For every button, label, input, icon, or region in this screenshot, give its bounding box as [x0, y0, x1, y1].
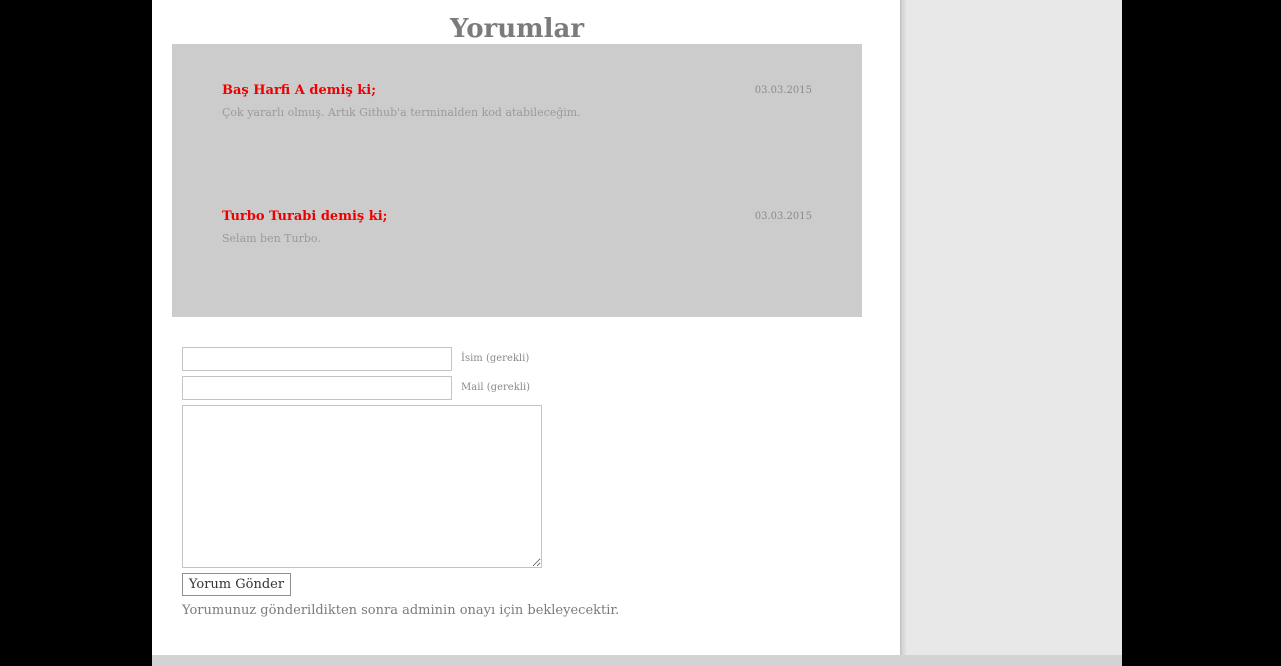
comment-date: 03.03.2015	[754, 211, 812, 222]
comment-author: Turbo Turabi demiş ki;	[222, 209, 388, 224]
moderation-note: Yorumunuz gönderildikten sonra adminin o…	[182, 603, 620, 618]
comment-textarea[interactable]	[182, 405, 542, 568]
comment-date: 03.03.2015	[754, 85, 812, 96]
sidebar	[906, 0, 1122, 655]
comments-list: Baş Harfi A demiş ki; 03.03.2015 Çok yar…	[172, 44, 862, 317]
main-column: Yorumlar Baş Harfi A demiş ki; 03.03.201…	[152, 0, 900, 655]
name-input[interactable]	[182, 347, 452, 371]
comment-item: Turbo Turabi demiş ki; 03.03.2015 Selam …	[222, 208, 812, 268]
comments-title: Yorumlar	[449, 14, 585, 44]
page-frame: Yorumlar Baş Harfi A demiş ki; 03.03.201…	[152, 0, 1122, 666]
mail-label: Mail (gerekli)	[461, 382, 531, 393]
name-label: İsim (gerekli)	[461, 353, 530, 364]
footer-strip	[152, 655, 1122, 666]
comment-item: Baş Harfi A demiş ki; 03.03.2015 Çok yar…	[222, 82, 812, 142]
mail-input[interactable]	[182, 376, 452, 400]
comment-text: Çok yararlı olmuş. Artık Github'a termin…	[222, 106, 581, 119]
comment-author: Baş Harfi A demiş ki;	[222, 83, 377, 98]
comment-form: İsim (gerekli) Mail (gerekli) Yorum Gönd…	[182, 347, 782, 627]
submit-comment-button[interactable]: Yorum Gönder	[182, 573, 291, 596]
comment-text: Selam ben Turbo.	[222, 232, 321, 245]
